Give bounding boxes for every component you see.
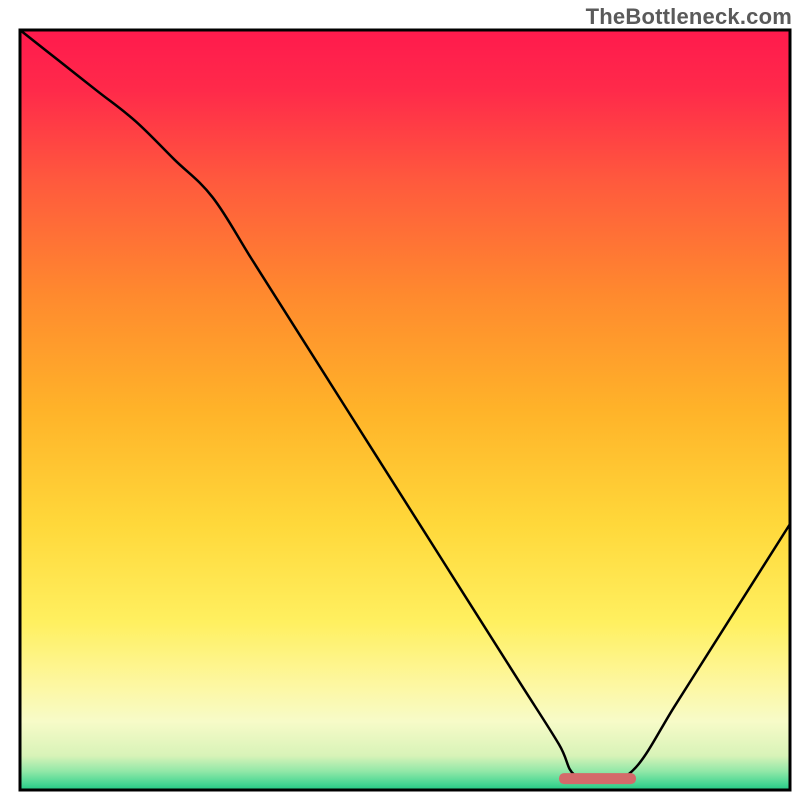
plot-background: [20, 30, 790, 790]
optimum-marker: [559, 773, 636, 784]
chart-root: { "watermark": "TheBottleneck.com", "cha…: [0, 0, 800, 800]
bottleneck-chart: [0, 0, 800, 800]
